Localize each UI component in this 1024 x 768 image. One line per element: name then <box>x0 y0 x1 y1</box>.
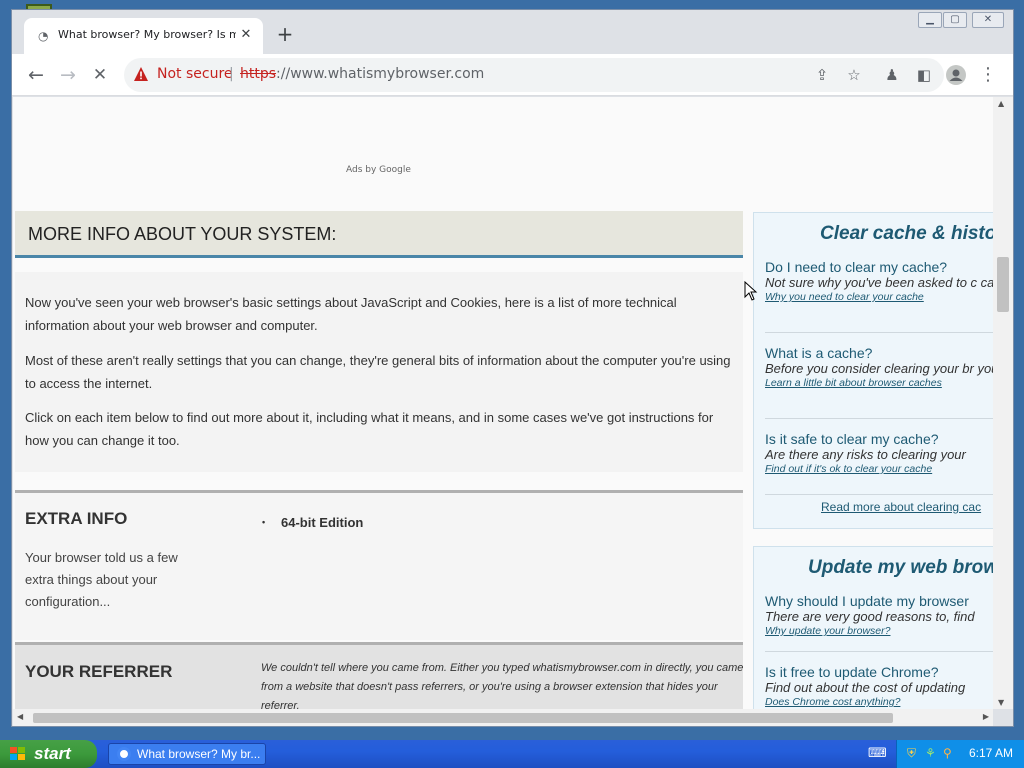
scroll-down-icon[interactable]: ▼ <box>998 698 1004 707</box>
menu-icon[interactable]: ⋮ <box>978 65 998 85</box>
chrome-icon <box>117 747 131 761</box>
update-browser-card: Update my web brow Why should I update m… <box>753 546 993 709</box>
page-viewport: Ads by Google MORE INFO ABOUT YOUR SYSTE… <box>13 97 993 709</box>
start-label: start <box>34 744 71 763</box>
extensions-icon[interactable]: ♟ <box>882 65 902 85</box>
more-info-paragraph: Now you've seen your web browser's basic… <box>25 295 677 333</box>
security-status[interactable]: Not secure <box>157 66 233 82</box>
horizontal-scrollbar[interactable]: ◀ ▶ <box>13 709 993 726</box>
address-bar[interactable]: Not secure | https://www.whatismybrowser… <box>124 58 944 92</box>
card-link[interactable]: Find out if it's ok to clear your cache <box>765 463 993 475</box>
clear-cache-card: Clear cache & histo Do I need to clear m… <box>753 212 993 529</box>
back-button[interactable]: ← <box>24 63 48 87</box>
clock: 6:17 AM <box>969 746 1014 760</box>
read-more-cache-link[interactable]: Read more about clearing cac <box>821 500 981 514</box>
tab-close-icon[interactable]: ✕ <box>237 26 255 44</box>
ads-label[interactable]: Ads by Google <box>346 165 411 175</box>
scroll-left-icon[interactable]: ◀ <box>17 712 23 721</box>
forward-button[interactable]: → <box>56 63 80 87</box>
system-tray: ⛨ ⚘ ⚲ 6:17 AM <box>896 740 1024 768</box>
card-answer: Before you consider clearing your br you… <box>765 361 993 376</box>
share-icon[interactable]: ⇪ <box>812 65 832 85</box>
warning-icon <box>134 67 148 81</box>
network-icon[interactable]: ⚘ <box>925 746 936 760</box>
card-question[interactable]: Do I need to clear my cache? <box>765 259 993 275</box>
security-shield-icon[interactable]: ⛨ <box>907 746 916 761</box>
card-item: What is a cache? Before you consider cle… <box>765 345 993 389</box>
card-divider <box>765 494 993 495</box>
maximize-button[interactable]: ▢ <box>943 12 967 28</box>
card-answer: Find out about the cost of updating <box>765 680 966 695</box>
vertical-scrollbar[interactable]: ▲ ▼ <box>993 97 1013 709</box>
browser-window: ◔ What browser? My browser? Is my b ✕ + … <box>11 9 1014 727</box>
mouse-cursor-icon <box>744 281 758 301</box>
update-browser-title: Update my web brow <box>808 557 993 578</box>
card-answer: Are there any risks to clearing your <box>765 447 966 462</box>
loading-favicon-icon: ◔ <box>38 29 49 43</box>
url-separator: | <box>229 66 234 82</box>
keyboard-icon[interactable]: ⌨ <box>868 746 887 761</box>
browser-toolbar: ← → ✕ Not secure | https://www.whatismyb… <box>12 54 1013 96</box>
close-window-button[interactable]: ✕ <box>972 12 1004 28</box>
url-text[interactable]: https://www.whatismybrowser.com <box>240 66 484 82</box>
more-info-paragraph: Most of these aren't really settings tha… <box>25 353 731 391</box>
card-link[interactable]: Does Chrome cost anything? <box>765 696 993 708</box>
card-question[interactable]: Is it safe to clear my cache? <box>765 431 993 447</box>
card-divider <box>765 332 993 333</box>
profile-avatar-icon[interactable] <box>946 65 966 85</box>
clear-cache-title: Clear cache & histo <box>820 223 993 244</box>
more-info-paragraph: Click on each item below to find out mor… <box>25 410 714 448</box>
more-info-header: MORE INFO ABOUT YOUR SYSTEM: <box>15 211 743 258</box>
extra-info-title: EXTRA INFO <box>25 509 128 528</box>
referrer-text: We couldn't tell where you came from. Ei… <box>261 662 744 709</box>
url-scheme: https <box>240 66 277 82</box>
windows-flag-icon <box>10 747 25 760</box>
card-question[interactable]: Why should I update my browser <box>765 593 993 609</box>
card-answer: Not sure why you've been asked to c cach… <box>765 275 993 290</box>
extra-info-section: EXTRA INFO Your browser told us a few ex… <box>15 490 743 640</box>
taskbar-chrome-button[interactable]: What browser? My br... <box>108 743 266 765</box>
card-divider <box>765 651 993 652</box>
horizontal-scroll-thumb[interactable] <box>33 713 893 723</box>
more-info-title: MORE INFO ABOUT YOUR SYSTEM: <box>28 224 337 244</box>
referrer-section: YOUR REFERRER We couldn't tell where you… <box>15 642 743 709</box>
tab-active[interactable]: ◔ What browser? My browser? Is my b ✕ <box>24 18 263 54</box>
url-host: ://www.whatismybrowser.com <box>276 66 485 82</box>
vertical-scroll-thumb[interactable] <box>997 257 1009 312</box>
card-link[interactable]: Why update your browser? <box>765 625 993 637</box>
card-link[interactable]: Learn a little bit about browser caches <box>765 377 993 389</box>
stop-loading-button[interactable]: ✕ <box>88 63 112 87</box>
referrer-title: YOUR REFERRER <box>25 662 173 681</box>
search-tray-icon[interactable]: ⚲ <box>943 746 952 760</box>
new-tab-button[interactable]: + <box>274 24 296 46</box>
more-info-body: Now you've seen your web browser's basic… <box>15 272 743 472</box>
bookmark-star-icon[interactable]: ☆ <box>844 65 864 85</box>
card-item: Do I need to clear my cache? Not sure wh… <box>765 259 993 303</box>
tab-strip: ◔ What browser? My browser? Is my b ✕ + … <box>12 10 1013 54</box>
card-link[interactable]: Why you need to clear your cache <box>765 291 993 303</box>
start-button[interactable]: start <box>0 740 97 768</box>
card-item: Is it free to update Chrome? Find out ab… <box>765 664 993 708</box>
card-item: Why should I update my browser There are… <box>765 593 993 637</box>
extra-info-item: 64-bit Edition <box>262 515 363 530</box>
minimize-button[interactable]: ▁ <box>918 12 942 28</box>
card-item: Is it safe to clear my cache? Are there … <box>765 431 993 475</box>
scroll-up-icon[interactable]: ▲ <box>998 99 1004 108</box>
card-question[interactable]: Is it free to update Chrome? <box>765 664 993 680</box>
taskbar-task-label: What browser? My br... <box>137 747 261 761</box>
scroll-right-icon[interactable]: ▶ <box>983 712 989 721</box>
card-question[interactable]: What is a cache? <box>765 345 993 361</box>
extra-info-description: Your browser told us a few extra things … <box>25 550 178 609</box>
side-panel-icon[interactable]: ◧ <box>914 65 934 85</box>
card-divider <box>765 418 993 419</box>
tab-title: What browser? My browser? Is my b <box>58 28 236 41</box>
card-answer: There are very good reasons to, find <box>765 609 975 624</box>
